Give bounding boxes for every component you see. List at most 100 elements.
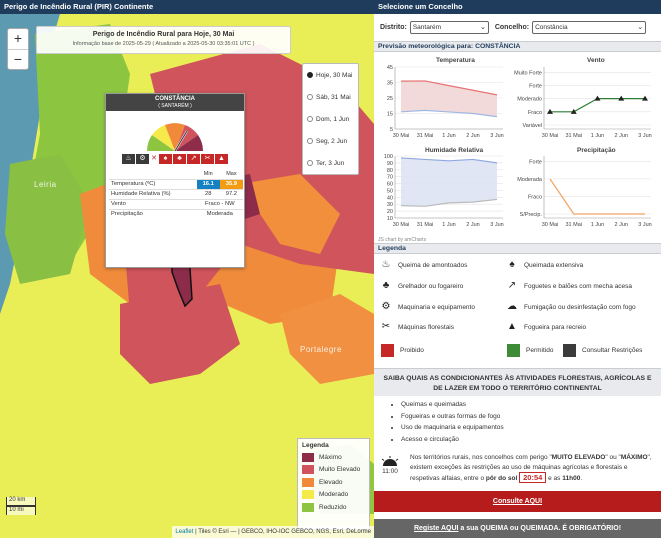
- register-here-link[interactable]: Registe AQUI: [414, 525, 458, 532]
- y-tick-label: Fraco: [528, 194, 542, 200]
- y-tick-label: 80: [387, 168, 393, 174]
- forecast-charts: Temperatura Vento Humidade Relativa Prec…: [374, 52, 661, 243]
- activity-icons: ♨ ⚙ ✕ ♠ ♣ ↗ ✂ ▲: [106, 154, 244, 164]
- burn-icon: ♣: [173, 154, 186, 164]
- temp-max: 35.9: [219, 178, 243, 189]
- chevron-down-icon: ⌄: [637, 24, 644, 31]
- condition-item: Fogueiras e outras formas de fogo: [401, 413, 661, 425]
- campfire-icon: ▲: [215, 154, 228, 164]
- legend-foguetes: ↗ Foguetes e balões com mecha acesa: [506, 280, 632, 292]
- y-tick-label: Variável: [523, 123, 542, 129]
- leaflet-link[interactable]: Leaflet: [175, 529, 193, 535]
- day-label: Hoje, 30 Mai: [316, 71, 353, 79]
- conditions-list: Queimas e queimadas Fogueiras e outras f…: [401, 401, 661, 448]
- y-tick-label: 35: [387, 81, 393, 87]
- legend-consultar: Consultar Restrições: [563, 344, 642, 357]
- permitido-swatch: [507, 344, 520, 357]
- attribution-text: | Tiles © Esri — | GEBCO, IHO-IOC GEBCO,…: [193, 529, 371, 535]
- council-select[interactable]: Constância ⌄: [532, 21, 647, 34]
- map-panel: Perigo de Incêndio Rural (PIR) Continent…: [0, 0, 374, 538]
- legend-label: Maquinaria e equipamento: [398, 303, 475, 311]
- y-tick-label: 30: [387, 202, 393, 208]
- legend-grelhador: ♣ Grelhador ou fogareiro: [380, 280, 464, 292]
- proibido-swatch: [381, 344, 394, 357]
- day-selector: Hoje, 30 Mai Sáb, 31 Mai Dom, 1 Jun Seg,…: [302, 63, 359, 175]
- x-tick-label: 30 Mai: [393, 222, 410, 228]
- tractor-icon: ⚙: [381, 301, 391, 312]
- x-tick-label: 30 Mai: [542, 133, 559, 139]
- district-select[interactable]: Santarém ⌄: [409, 21, 489, 34]
- legend-label: Muito Elevado: [319, 466, 361, 474]
- pile-burn-icon: ♨: [381, 259, 391, 270]
- row-label: Humidade Relativa (%): [109, 188, 197, 199]
- day-option-4[interactable]: Ter, 3 Jun: [303, 152, 358, 174]
- legend-label: Máquinas florestais: [398, 323, 454, 331]
- risk-map[interactable]: Leiria Portalegre + − Perigo de Incêndio…: [0, 14, 374, 538]
- legend-label: Fogueira para recreio: [524, 323, 587, 331]
- selector-row: Distrito: Santarém ⌄ Concelho: Constância…: [374, 14, 661, 41]
- legend-label: Reduzido: [319, 503, 347, 511]
- legend-swatch: [302, 490, 314, 500]
- day-option-0[interactable]: Hoje, 30 Mai: [303, 64, 358, 86]
- precip-value: Moderada: [196, 208, 243, 219]
- legend-label: Moderado: [319, 491, 349, 499]
- range-area: [401, 157, 497, 207]
- legend-maquinas: ✂ Máquinas florestais: [380, 321, 454, 333]
- condition-item: Queimas e queimadas: [401, 401, 661, 413]
- x-tick-label: 3 Jun: [638, 222, 651, 228]
- legend-item: Máximo: [302, 451, 365, 464]
- day-option-2[interactable]: Dom, 1 Jun: [303, 108, 358, 130]
- forecast-header: Previsão meteorológica para: CONSTÂNCIA: [374, 41, 661, 52]
- y-tick-label: 90: [387, 161, 393, 167]
- extensive-burn-icon: ♠: [509, 259, 515, 270]
- radio-icon: [307, 116, 313, 122]
- x-tick-label: 1 Jun: [591, 133, 604, 139]
- zoom-out-button[interactable]: −: [8, 49, 28, 69]
- day-label: Ter, 3 Jun: [316, 159, 345, 167]
- x-tick-label: 2 Jun: [466, 133, 479, 139]
- legend-label: Proibido: [400, 347, 424, 354]
- radio-icon: [307, 72, 313, 78]
- row-label: Vento: [109, 198, 197, 209]
- x-tick-label: 1 Jun: [591, 222, 604, 228]
- legend-label: Consultar Restrições: [582, 347, 643, 354]
- y-tick-label: Moderado: [517, 97, 542, 103]
- legend-swatch: [302, 477, 314, 487]
- forecast-chart-svg: 51525354530 Mai 31 Mai 1 Jun 2 Jun 3 JunVari…: [384, 65, 652, 228]
- campfire-icon: ▲: [507, 321, 517, 332]
- y-tick-label: Muito Forte: [514, 70, 542, 76]
- condition-item: Uso de maquinaria e equipamentos: [401, 424, 661, 436]
- y-tick-label: S/Precip.: [520, 212, 543, 218]
- side-panel-header: Selecione um Concelho: [374, 0, 661, 14]
- x-tick-label: 1 Jun: [442, 133, 455, 139]
- chart-credit[interactable]: JS chart by amCharts: [378, 237, 426, 243]
- map-attribution: Leaflet | Tiles © Esri — | GEBCO, IHO-IO…: [172, 526, 374, 538]
- y-tick-label: Moderada: [517, 177, 543, 183]
- cross-icon: ✕: [151, 155, 157, 162]
- col-min: Min: [203, 170, 213, 177]
- rocket-icon: ↗: [507, 280, 517, 291]
- tractor-icon: ⚙: [136, 154, 149, 164]
- x-tick-label: 3 Jun: [490, 133, 503, 139]
- legend-proibido: Proibido: [381, 344, 424, 357]
- consult-here-button[interactable]: Consulte AQUI: [374, 491, 661, 512]
- legend-fogueira: ▲ Fogueira para recreio: [506, 321, 586, 333]
- wind-value: Fraco - NW: [196, 198, 243, 209]
- x-tick-label: 2 Jun: [615, 222, 628, 228]
- day-option-3[interactable]: Seg, 2 Jun: [303, 130, 358, 152]
- map-subtitle: Informação base de 2025-05-29 ( Atualiza…: [72, 41, 255, 47]
- x-tick-label: 30 Mai: [542, 222, 559, 228]
- district-value: Santarém: [412, 24, 442, 31]
- day-label: Dom, 1 Jun: [316, 115, 350, 123]
- y-tick-label: 50: [387, 188, 393, 194]
- legend-swatch: [302, 465, 314, 475]
- legend-item: Elevado: [302, 476, 365, 489]
- zoom-control: + −: [7, 28, 29, 70]
- x-tick-label: 30 Mai: [393, 133, 410, 139]
- day-option-1[interactable]: Sáb, 31 Mai: [303, 86, 358, 108]
- scale-km: 20 km: [6, 497, 36, 506]
- zoom-in-button[interactable]: +: [8, 29, 28, 49]
- legend-maquinaria: ⚙ Maquinaria e equipamento: [380, 301, 475, 313]
- x-tick-label: 3 Jun: [638, 133, 651, 139]
- y-tick-label: 60: [387, 182, 393, 188]
